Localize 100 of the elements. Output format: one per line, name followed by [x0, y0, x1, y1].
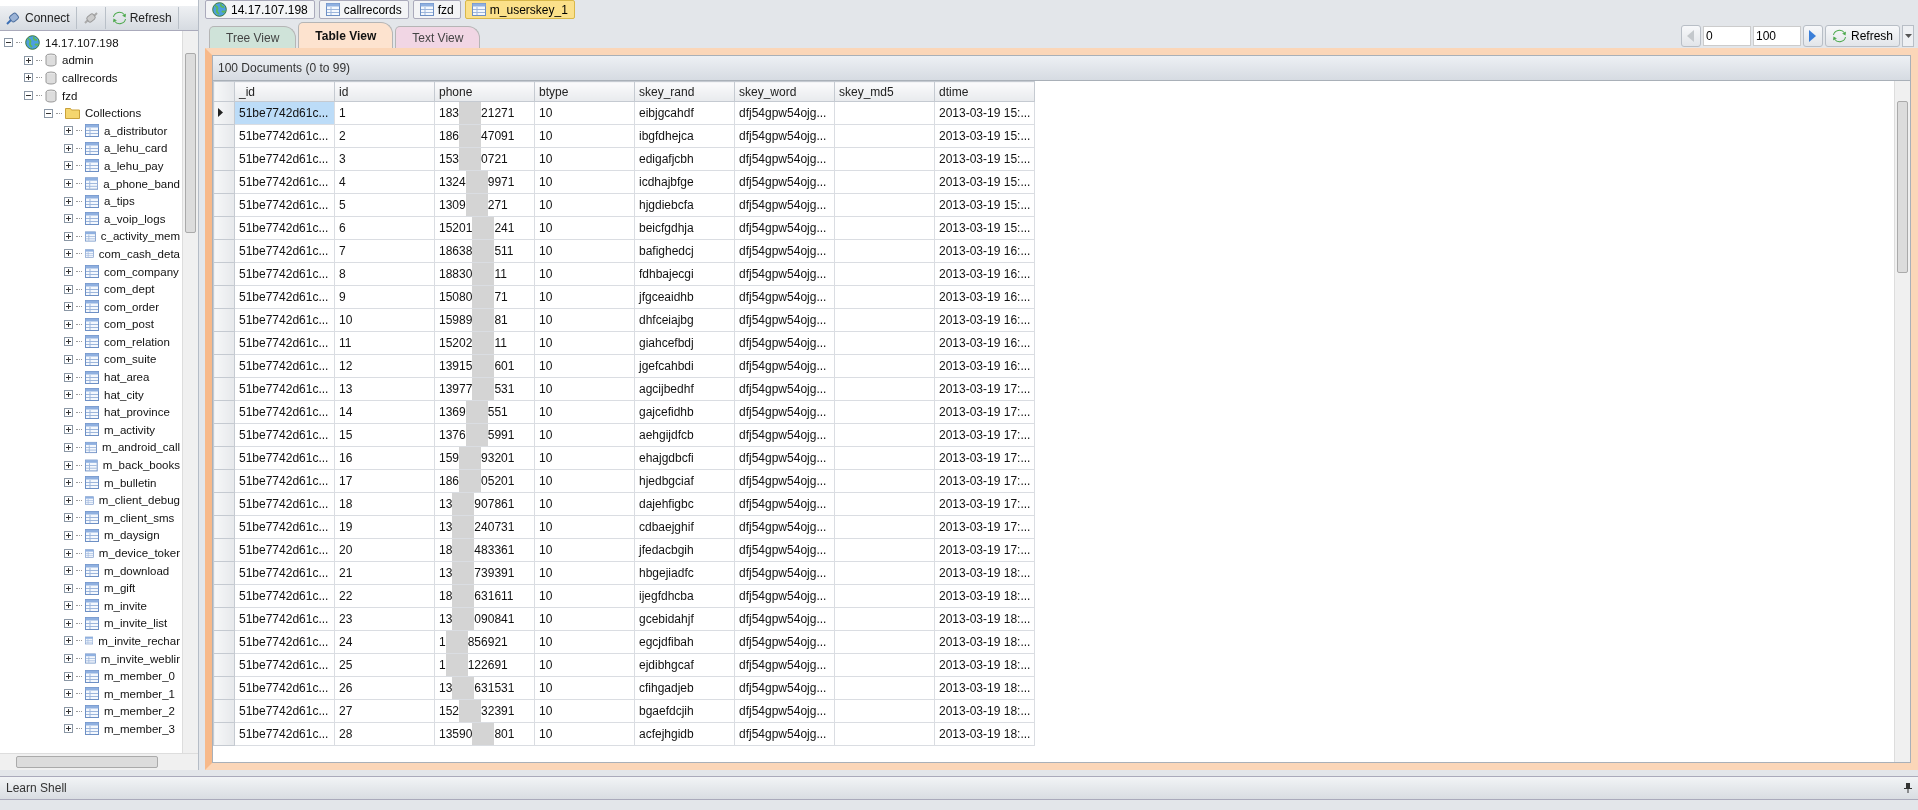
tree-item[interactable]: a_tips: [102, 195, 137, 208]
expand-toggle[interactable]: [64, 425, 73, 435]
tree-item[interactable]: m_client_debug: [96, 494, 182, 507]
view-tab[interactable]: Table View: [298, 22, 394, 48]
row-header[interactable]: [213, 101, 235, 125]
next-button[interactable]: [1802, 25, 1823, 47]
scrollbar[interactable]: [182, 31, 198, 753]
expand-toggle[interactable]: [64, 231, 73, 241]
tree-item[interactable]: com_post: [102, 318, 156, 331]
tree-item[interactable]: m_bulletin: [102, 476, 159, 489]
tree-item[interactable]: m_client_sms: [102, 511, 177, 524]
tree-item[interactable]: m_activity: [102, 423, 158, 436]
tree-item[interactable]: m_android_call: [100, 441, 182, 454]
expand-toggle[interactable]: [64, 267, 73, 276]
tree-item[interactable]: hat_province: [102, 406, 172, 419]
expand-toggle[interactable]: [64, 636, 73, 646]
tree-item[interactable]: a_phone_band: [101, 177, 182, 190]
tree-item[interactable]: m_daysign: [102, 529, 162, 542]
tree-item[interactable]: a_lehu_card: [102, 142, 170, 155]
expand-toggle[interactable]: [64, 671, 73, 681]
tree-item[interactable]: m_device_toker: [96, 547, 182, 559]
column-header[interactable]: skey_word: [734, 81, 835, 102]
expand-toggle[interactable]: [64, 179, 73, 189]
tree-item[interactable]: admin: [60, 54, 96, 67]
expand-toggle[interactable]: [64, 566, 73, 576]
tree-item[interactable]: a_lehu_pay: [102, 159, 166, 172]
view-tab[interactable]: Text View: [395, 26, 481, 48]
refresh-button[interactable]: Refresh: [1824, 25, 1900, 47]
tree-item[interactable]: com_cash_deta: [96, 247, 182, 260]
expand-toggle[interactable]: [64, 548, 73, 558]
column-header[interactable]: skey_rand: [634, 81, 735, 102]
expand-toggle[interactable]: [64, 302, 73, 312]
expand-toggle[interactable]: [64, 442, 73, 452]
limit-field[interactable]: 100: [1752, 26, 1801, 46]
expand-toggle[interactable]: [64, 618, 73, 628]
expand-toggle[interactable]: [64, 161, 73, 171]
column-header[interactable]: skey_md5: [834, 81, 935, 102]
expand-toggle[interactable]: [64, 337, 73, 347]
scrollbar[interactable]: [1894, 81, 1910, 762]
tree-item[interactable]: com_relation: [102, 335, 172, 348]
expand-toggle[interactable]: [64, 706, 73, 716]
expand-toggle[interactable]: [64, 495, 73, 505]
expand-toggle[interactable]: [64, 460, 73, 470]
tree-item[interactable]: com_order: [102, 300, 161, 313]
tree-item[interactable]: a_voip_logs: [102, 212, 168, 225]
expand-toggle[interactable]: [64, 143, 73, 153]
tree-item[interactable]: m_invite_list: [102, 617, 170, 630]
tree-item[interactable]: m_download: [102, 564, 172, 577]
column-header[interactable]: phone: [434, 81, 535, 102]
tree-item[interactable]: a_distributor: [102, 124, 170, 137]
tree-item[interactable]: c_activity_mem: [98, 230, 182, 243]
refresh-button[interactable]: Refresh: [105, 7, 179, 29]
scrollbar[interactable]: [0, 753, 198, 770]
expand-toggle[interactable]: [64, 601, 73, 611]
tree-item[interactable]: m_member_3: [102, 722, 177, 735]
view-tab[interactable]: Tree View: [209, 26, 297, 48]
expand-toggle[interactable]: [64, 284, 73, 294]
expand-toggle[interactable]: [64, 724, 73, 734]
expand-toggle[interactable]: [64, 530, 73, 540]
expand-toggle[interactable]: [64, 196, 73, 206]
expand-toggle[interactable]: [24, 55, 33, 65]
expand-toggle[interactable]: [44, 108, 53, 118]
tree-item[interactable]: com_dept: [102, 283, 157, 296]
tree-item[interactable]: m_member_1: [102, 687, 177, 700]
tree-item[interactable]: m_gift: [102, 582, 138, 595]
column-header[interactable]: _id: [234, 81, 335, 102]
expand-toggle[interactable]: [4, 38, 13, 48]
expand-toggle[interactable]: [64, 355, 73, 364]
tree-item[interactable]: fzd: [60, 89, 80, 102]
column-header[interactable]: dtime: [934, 81, 1035, 102]
expand-toggle[interactable]: [64, 478, 73, 488]
tree-item[interactable]: com_company: [102, 265, 181, 278]
expand-toggle[interactable]: [64, 390, 73, 400]
tree-item[interactable]: m_invite: [102, 599, 149, 612]
expand-toggle[interactable]: [64, 583, 73, 593]
expand-toggle[interactable]: [64, 407, 73, 417]
tree-item[interactable]: m_back_books: [100, 459, 182, 472]
expand-toggle[interactable]: [64, 126, 73, 136]
tree-item[interactable]: m_member_0: [102, 670, 177, 683]
dropdown-button[interactable]: [1902, 25, 1914, 47]
column-header[interactable]: id: [334, 81, 435, 102]
expand-toggle[interactable]: [64, 249, 73, 259]
tree-item[interactable]: com_suite: [102, 353, 159, 366]
tree-item[interactable]: m_invite_rechar: [96, 635, 182, 647]
document-tab[interactable]: callrecords: [318, 0, 409, 19]
tree-item[interactable]: m_invite_weblir: [98, 652, 182, 665]
tree-item[interactable]: callrecords: [60, 72, 120, 84]
column-header[interactable]: btype: [534, 81, 635, 102]
expand-toggle[interactable]: [64, 372, 73, 382]
expand-toggle[interactable]: [24, 73, 33, 83]
expand-toggle[interactable]: [64, 214, 73, 224]
tree-item[interactable]: 14.17.107.198: [43, 36, 121, 49]
expand-toggle[interactable]: [64, 319, 73, 329]
tree-item[interactable]: hat_area: [102, 371, 152, 384]
connect-button[interactable]: Connect: [0, 7, 77, 29]
expand-toggle[interactable]: [64, 513, 73, 523]
pin-icon[interactable]: [1904, 783, 1912, 793]
expand-toggle[interactable]: [64, 689, 73, 699]
expand-toggle[interactable]: [24, 91, 33, 101]
tree-item[interactable]: hat_city: [102, 388, 146, 401]
